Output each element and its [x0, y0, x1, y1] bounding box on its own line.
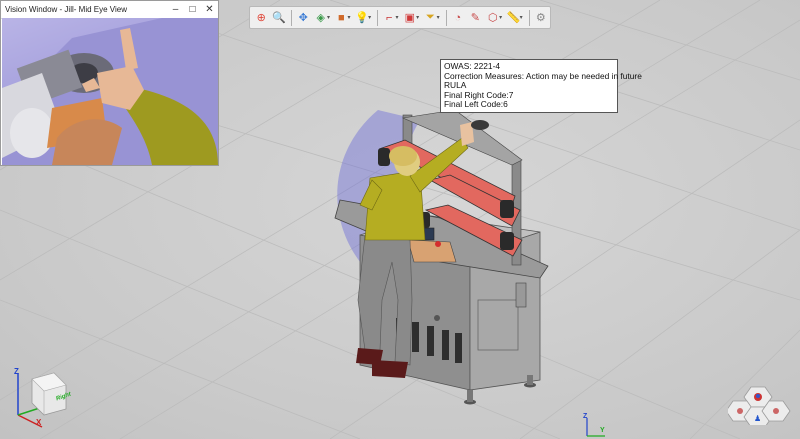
minimize-button[interactable]: – — [167, 2, 184, 18]
dropdown-arrow-icon[interactable]: ▾ — [368, 14, 371, 21]
mark-icon[interactable]: ✎ — [467, 8, 484, 27]
toolbar-separator — [445, 9, 447, 26]
origin-triad — [586, 418, 605, 437]
vision-window-title: Vision Window - Jill- Mid Eye View — [5, 5, 127, 14]
dropdown-arrow-icon[interactable]: ▾ — [327, 14, 330, 21]
toolbar-separator — [528, 9, 530, 26]
ergonomics-tooltip: OWAS: 2221-4 Correction Measures: Action… — [440, 59, 642, 113]
final-left-code-line: Final Left Code:6 — [444, 99, 508, 110]
x-axis-label: X — [36, 418, 42, 427]
dropdown-arrow-icon[interactable]: ▾ — [520, 14, 523, 21]
dropdown-arrow-icon[interactable]: ▾ — [416, 14, 419, 21]
vision-window-titlebar[interactable]: Vision Window - Jill- Mid Eye View – □ ✕ — [1, 1, 218, 19]
hex-navigation-widget[interactable]: ♟ — [728, 383, 794, 425]
zoom-fit-icon[interactable]: ⊕ — [253, 8, 270, 27]
settings-icon[interactable]: ⚙ — [533, 8, 550, 27]
zoom-icon[interactable]: 🔍 — [271, 8, 288, 27]
toolbar-separator — [291, 9, 292, 26]
dropdown-arrow-icon[interactable]: ▾ — [348, 14, 351, 21]
svg-text:♟: ♟ — [754, 414, 761, 423]
pan-icon[interactable]: ✥ — [295, 8, 312, 27]
view-toolbar: ⊕ 🔍 ✥ ◈ ▾ ■ ▾ 💡 ▾ ⌐ ▾ ▣ ▾ ⏷ ▾ ◔ ✎ ⬡ ▾ 📏 ▾ ⚙ — [249, 6, 551, 29]
vision-view-render — [2, 18, 218, 165]
dropdown-arrow-icon[interactable]: ▾ — [499, 14, 502, 21]
snapshot-icon[interactable]: ◔ — [450, 8, 467, 27]
dropdown-arrow-icon[interactable]: ▾ — [437, 14, 440, 21]
dropdown-arrow-icon[interactable]: ▾ — [396, 14, 399, 21]
origin-y-label: Y — [600, 427, 605, 434]
close-button[interactable]: ✕ — [201, 2, 218, 18]
toolbar-separator — [377, 9, 378, 26]
z-axis-label: Z — [14, 367, 19, 376]
maximize-button[interactable]: □ — [184, 2, 201, 18]
vision-window[interactable]: Vision Window - Jill- Mid Eye View – □ ✕ — [0, 0, 219, 166]
origin-z-label: Z — [583, 413, 588, 420]
correction-measures-line: Correction Measures: Action may be neede… — [444, 70, 642, 81]
axis-triad[interactable] — [10, 365, 80, 435]
